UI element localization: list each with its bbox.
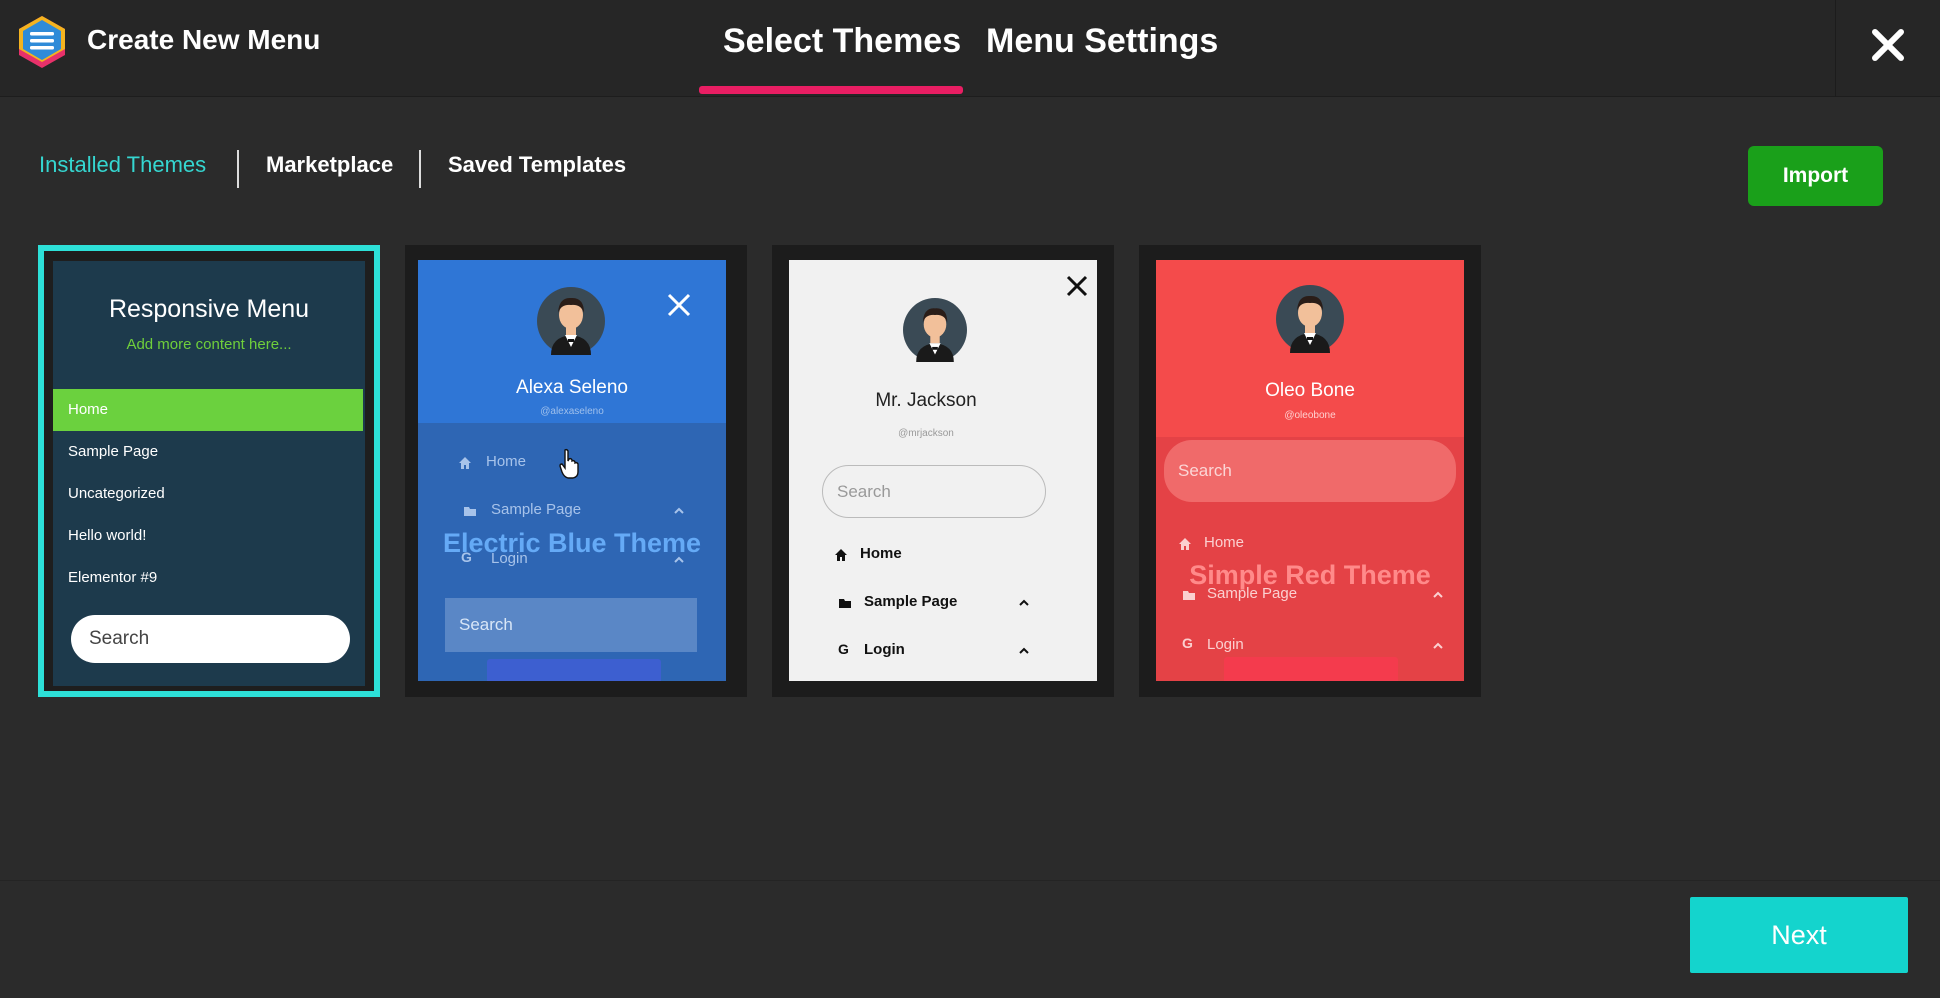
avatar-icon: [537, 287, 605, 355]
chevron-up-icon: [1019, 599, 1029, 606]
preview-menu-item: Login: [1207, 636, 1244, 653]
header-divider: [1835, 0, 1836, 97]
preview-search-field: Search: [1164, 440, 1456, 502]
preview-menu-item: Login: [864, 641, 905, 658]
folder-icon: [464, 507, 476, 516]
preview-menu-item: Home: [860, 545, 902, 562]
preview-button: [487, 659, 661, 681]
preview-user-name: Mr. Jackson: [875, 390, 977, 411]
active-tab-indicator: [699, 86, 963, 94]
theme-preview: Mr. Jackson @mrjackson Search Home Sampl…: [789, 260, 1097, 681]
preview-button: [1224, 657, 1398, 681]
top-header: Create New Menu Select Themes Menu Setti…: [0, 0, 1940, 97]
theme-preview: Oleo Bone @oleobone Search Home Sample P…: [1156, 260, 1464, 681]
preview-title: Responsive Menu: [108, 295, 310, 323]
preview-user-handle: @mrjackson: [898, 428, 954, 439]
subnav-marketplace[interactable]: Marketplace: [266, 152, 393, 178]
preview-search-field: Search: [445, 598, 697, 652]
preview-menu-item: Elementor #9: [68, 569, 158, 586]
theme-preview: Responsive Menu Add more content here...…: [53, 261, 365, 686]
preview-menu-item: Home: [486, 453, 527, 470]
preview-menu-item: Sample Page: [491, 501, 582, 518]
theme-card-responsive-menu[interactable]: Responsive Menu Add more content here...…: [38, 245, 380, 697]
home-icon: [1179, 538, 1191, 550]
home-icon: [835, 549, 847, 561]
preview-user-name: Oleo Bone: [1265, 380, 1355, 401]
subnav-saved-templates[interactable]: Saved Templates: [448, 152, 626, 178]
avatar-icon: [903, 298, 967, 362]
subnav-divider: [419, 150, 421, 188]
preview-subtitle: Add more content here...: [126, 336, 292, 353]
preview-user-name: Alexa Seleno: [516, 377, 628, 398]
theme-card-white[interactable]: Mr. Jackson @mrjackson Search Home Sampl…: [772, 245, 1114, 697]
preview-menu-item: Home: [53, 389, 363, 431]
google-icon: G: [1182, 635, 1193, 651]
theme-card-simple-red[interactable]: Oleo Bone @oleobone Search Home Sample P…: [1139, 245, 1481, 697]
avatar-icon: [1276, 285, 1344, 353]
close-icon: [667, 293, 691, 317]
close-icon: [1066, 275, 1088, 297]
tab-select-themes[interactable]: Select Themes: [723, 22, 961, 61]
next-button[interactable]: Next: [1690, 897, 1908, 973]
preview-menu-item: Home: [1204, 534, 1245, 551]
theme-name-overlay: Electric Blue Theme: [442, 528, 702, 558]
app-title: Create New Menu: [87, 24, 321, 55]
preview-menu-item: Hello world!: [68, 527, 147, 544]
google-icon: G: [838, 641, 849, 657]
subnav-divider: [237, 150, 239, 188]
theme-name-overlay: Simple Red Theme: [1189, 560, 1431, 590]
footer-divider: [0, 880, 1940, 881]
preview-menu-item: Sample Page: [864, 593, 958, 610]
subnav-installed-themes[interactable]: Installed Themes: [39, 152, 206, 178]
import-button[interactable]: Import: [1748, 146, 1883, 206]
chevron-up-icon: [1433, 642, 1443, 649]
folder-icon: [839, 599, 851, 608]
preview-menu-item: Uncategorized: [68, 485, 165, 502]
preview-user-handle: @alexaseleno: [540, 406, 604, 417]
chevron-up-icon: [674, 507, 684, 514]
preview-user-handle: @oleobone: [1284, 410, 1336, 421]
home-icon: [459, 457, 471, 469]
chevron-up-icon: [1019, 647, 1029, 654]
close-icon[interactable]: [1865, 22, 1911, 68]
app-logo-icon: [19, 16, 65, 68]
preview-search-field: Search: [822, 465, 1046, 518]
preview-search-field: Search: [71, 615, 350, 663]
preview-menu-item: Sample Page: [68, 443, 159, 460]
hand-cursor-icon: [559, 448, 579, 479]
tab-menu-settings[interactable]: Menu Settings: [986, 22, 1218, 61]
